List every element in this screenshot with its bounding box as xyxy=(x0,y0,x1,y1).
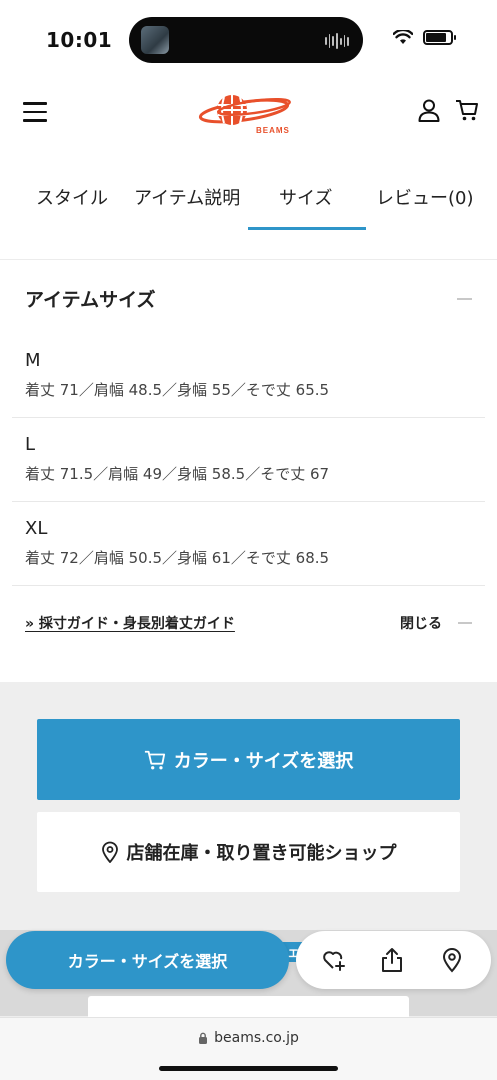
store-stock-button[interactable]: 店舗在庫・取り置き可能ショップ xyxy=(37,812,460,892)
dynamic-island[interactable] xyxy=(129,17,363,63)
beams-logo[interactable]: BEAMS xyxy=(198,89,298,135)
status-time: 10:01 xyxy=(46,28,113,52)
tab-size[interactable]: サイズ xyxy=(279,184,332,210)
browser-address-bar[interactable]: beams.co.jp xyxy=(0,1017,497,1080)
menu-icon[interactable] xyxy=(23,102,47,122)
site-header: BEAMS xyxy=(0,80,497,144)
size-row: M 着丈 71／肩幅 48.5／身幅 55／そで丈 65.5 xyxy=(12,334,485,418)
location-pin-icon[interactable] xyxy=(442,947,462,973)
status-bar: 10:01 xyxy=(0,0,497,80)
floating-action-group xyxy=(296,931,491,989)
size-name: XL xyxy=(25,518,48,539)
size-name: L xyxy=(25,434,36,455)
divider xyxy=(0,259,497,260)
size-detail: 着丈 71／肩幅 48.5／身幅 55／そで丈 65.5 xyxy=(25,381,330,399)
page: 10:01 BEAMS スタイル アイテム説明 サイズ レビュー(0) アイテム… xyxy=(0,0,497,1080)
tab-style[interactable]: スタイル xyxy=(36,184,108,210)
select-color-size-label: カラー・サイズを選択 xyxy=(173,750,354,772)
size-row: L 着丈 71.5／肩幅 49／身幅 58.5／そで丈 67 xyxy=(12,418,485,502)
size-detail: 着丈 72／肩幅 50.5／身幅 61／そで丈 68.5 xyxy=(25,549,330,567)
home-indicator[interactable] xyxy=(159,1066,338,1071)
tab-reviews[interactable]: レビュー(0) xyxy=(376,184,474,210)
user-icon[interactable] xyxy=(417,98,441,122)
size-name: M xyxy=(25,350,41,371)
share-icon[interactable] xyxy=(380,947,404,973)
heart-plus-icon[interactable] xyxy=(321,947,347,973)
location-pin-icon xyxy=(101,841,118,863)
cart-icon[interactable] xyxy=(455,98,479,122)
floating-select-color-size-button[interactable]: カラー・サイズを選択 xyxy=(6,931,289,989)
close-button[interactable]: 閉じる xyxy=(400,613,442,633)
url-row[interactable]: beams.co.jp xyxy=(0,1030,497,1046)
logo-text: BEAMS xyxy=(256,126,290,135)
section-title: アイテムサイズ xyxy=(25,289,156,311)
url-text: beams.co.jp xyxy=(214,1030,299,1046)
collapse-icon[interactable] xyxy=(458,622,472,624)
battery-icon xyxy=(423,30,456,45)
product-tabs: スタイル アイテム説明 サイズ レビュー(0) xyxy=(0,170,497,230)
active-tab-indicator xyxy=(248,227,366,230)
now-playing-artwork xyxy=(141,26,169,54)
size-detail: 着丈 71.5／肩幅 49／身幅 58.5／そで丈 67 xyxy=(25,465,330,483)
collapse-icon[interactable] xyxy=(457,298,472,300)
status-icons xyxy=(393,30,456,45)
size-guide-link[interactable]: » 採寸ガイド・身長別着丈ガイド xyxy=(25,613,235,633)
lock-icon xyxy=(199,1032,208,1044)
select-color-size-button[interactable]: カラー・サイズを選択 xyxy=(37,719,460,800)
size-row: XL 着丈 72／肩幅 50.5／身幅 61／そで丈 68.5 xyxy=(12,502,485,586)
wifi-icon xyxy=(393,30,413,44)
cart-icon xyxy=(144,750,165,769)
battery-level xyxy=(426,33,447,42)
tab-item-description[interactable]: アイテム説明 xyxy=(134,184,240,210)
audio-waveform-icon xyxy=(325,32,350,50)
store-stock-label: 店舗在庫・取り置き可能ショップ xyxy=(126,843,397,864)
